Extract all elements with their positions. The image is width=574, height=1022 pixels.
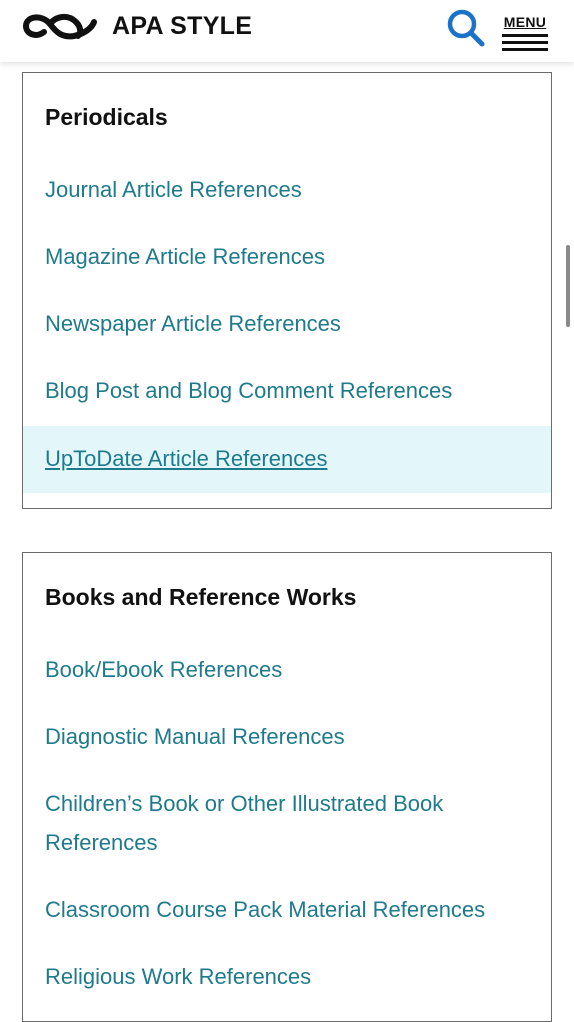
apa-logo-icon <box>23 14 97 40</box>
section-card-periodicals: Periodicals Journal Article References M… <box>22 72 552 509</box>
link-classroom-course-pack[interactable]: Classroom Course Pack Material Reference… <box>23 891 551 929</box>
link-book-ebook[interactable]: Book/Ebook References <box>23 651 551 689</box>
link-uptodate-article[interactable]: UpToDate Article References <box>23 426 551 493</box>
search-button[interactable] <box>446 8 486 48</box>
site-header: APA STYLE MENU <box>0 0 574 62</box>
search-icon <box>447 9 485 47</box>
apa-logo[interactable]: APA STYLE <box>22 8 252 44</box>
section-card-books: Books and Reference Works Book/Ebook Ref… <box>22 552 552 1022</box>
link-diagnostic-manual[interactable]: Diagnostic Manual References <box>23 718 551 756</box>
section-title: Periodicals <box>45 104 168 130</box>
menu-button[interactable]: MENU <box>500 14 550 54</box>
hamburger-icon <box>500 34 550 51</box>
link-religious-work[interactable]: Religious Work References <box>23 958 551 996</box>
link-magazine-article[interactable]: Magazine Article References <box>23 238 551 276</box>
link-blog-post[interactable]: Blog Post and Blog Comment References <box>23 372 551 410</box>
link-label: UpToDate Article References <box>45 446 328 471</box>
scrollbar-thumb[interactable] <box>566 245 570 327</box>
link-newspaper-article[interactable]: Newspaper Article References <box>23 305 551 343</box>
menu-label: MENU <box>503 14 547 30</box>
link-journal-article[interactable]: Journal Article References <box>23 171 551 209</box>
link-childrens-book-cont[interactable]: References <box>23 824 551 862</box>
link-childrens-book[interactable]: Children’s Book or Other Illustrated Boo… <box>23 785 551 823</box>
section-title: Books and Reference Works <box>45 584 357 610</box>
brand-name: APA STYLE <box>112 11 253 40</box>
